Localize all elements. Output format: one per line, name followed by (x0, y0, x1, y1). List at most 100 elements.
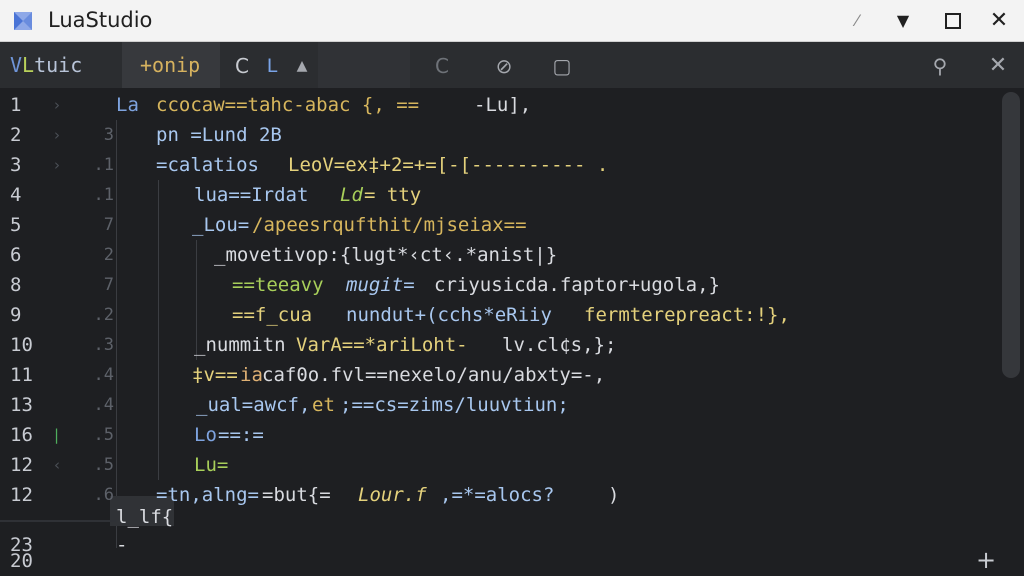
search-icon[interactable]: ⊘ (490, 52, 518, 80)
code-token: ;==cs=zims/luuvtiun; (340, 394, 569, 416)
indent-guide (158, 300, 159, 330)
tab-active[interactable]: +onip (122, 42, 220, 88)
code-token: Ld (340, 184, 363, 206)
code-line: 10 .3 _nummitn VarA==*ariLoht- lv.cl¢s,}… (0, 330, 1000, 360)
fold-icon[interactable]: | (54, 420, 59, 450)
maximize-button[interactable] (936, 6, 970, 36)
toolbar-blank-field[interactable] (318, 42, 410, 88)
fold-icon[interactable]: › (54, 90, 60, 120)
code-token: _ual=awcf, (196, 394, 311, 416)
code-token: = tty (364, 184, 422, 206)
code-line: 5 7 _Lou= /apeesrqufthit/mjseiax== (0, 210, 1000, 240)
code-token: ccocaw==tahc-abac {, == (156, 94, 420, 116)
dropdown-button[interactable]: ▼ (886, 6, 920, 36)
close-panel-icon[interactable]: ✕ (984, 52, 1012, 80)
tab-lua-v: V (10, 53, 23, 77)
fold-icon[interactable]: ‹ (54, 450, 60, 480)
indent-guide (196, 300, 197, 330)
nested-line-number: .1 (93, 185, 114, 205)
nested-line-number: 3 (103, 125, 114, 145)
line-number: 12 (10, 454, 33, 476)
code-token: ia (240, 364, 263, 386)
line-number: 4 (10, 184, 22, 206)
nested-line-number: .2 (93, 305, 114, 325)
fold-icon[interactable]: › (54, 120, 60, 150)
code-token: mugit= (346, 274, 415, 296)
nested-line-number: 7 (103, 275, 114, 295)
line-number: 8 (10, 274, 22, 296)
indent-guide (196, 240, 197, 270)
code-line: 1 › La ccocaw==tahc-abac {, == -Lu], (0, 90, 1000, 120)
code-line: 16 | .5 Lo ==:= (0, 420, 1000, 450)
code-editor[interactable]: 1 › La ccocaw==tahc-abac {, == -Lu], 2 ›… (0, 88, 1024, 576)
close-window-button[interactable]: ✕ (982, 6, 1016, 36)
settings-icon[interactable]: ⚲ (926, 52, 954, 80)
code-token: lv.cl¢s,}; (502, 334, 617, 356)
line-number: 5 (10, 214, 22, 236)
indent-guide (158, 360, 159, 390)
toolbar: VLtuic +onip C L ▲ C ⊘ ▢ ⚲ ✕ (0, 42, 1024, 88)
indent-guide (158, 390, 159, 420)
indent-guide (158, 420, 159, 450)
code-token: pn =Lund 2B (156, 124, 282, 146)
nested-line-number: .3 (93, 335, 114, 355)
code-token: _movetivop:{lugt*‹ct‹.*anist|} (214, 244, 558, 266)
arrow-icon[interactable]: ▲ (288, 52, 316, 80)
code-token: Lo (194, 424, 217, 446)
code-line: 13 .4 _ual=awcf, et ;==cs=zims/luuvtiun; (0, 390, 1000, 420)
add-icon[interactable]: + (976, 546, 996, 574)
code-token: -Lu], (474, 94, 532, 116)
code-token: Lu= (194, 454, 229, 476)
pin-button[interactable]: ⁄ (840, 6, 874, 36)
indent-guide (158, 450, 159, 480)
code-token: l_lf{ (116, 506, 174, 528)
indent-guide (158, 270, 159, 300)
code-token: fermterepreact:!}, (584, 304, 790, 326)
indent-guide (196, 270, 197, 300)
document-icon[interactable]: ▢ (548, 52, 576, 80)
line-number: 11 (10, 364, 33, 386)
line-number: 1 (10, 94, 22, 116)
nested-line-number: .4 (93, 365, 114, 385)
nested-line-number: .1 (93, 155, 114, 175)
code-token: criyusicda.faptor+ugola,} (434, 274, 720, 296)
code-token: nundut+(cchs*eRiiy (346, 304, 552, 326)
code-token: LeoV=ex‡+2=+=[-[---------- . (288, 154, 609, 176)
code-line: 4 .1 lua==Irdat Ld = tty (0, 180, 1000, 210)
line-number: 10 (10, 334, 33, 356)
nested-line-number: .5 (93, 455, 114, 475)
code-token: et (312, 394, 335, 416)
code-token: _nummitn (194, 334, 286, 356)
app-logo-icon (14, 12, 32, 30)
code-line: l_lf{ (0, 502, 1000, 532)
nested-line-number: 7 (103, 215, 114, 235)
code-token: caf0o.fvl==nexelo/anu/abxty=-, (262, 364, 606, 386)
code-line: 2 › 3 pn =Lund 2B (0, 120, 1000, 150)
indent-guide (158, 240, 159, 270)
code-token: ==f_cua (232, 304, 313, 326)
code-line: 9 .2 ==f_cua nundut+(cchs*eRiiy fermtere… (0, 300, 1000, 330)
code-line: 8 7 ==teeavy mugit= criyusicda.faptor+ug… (0, 270, 1000, 300)
l-tool-icon[interactable]: L (258, 52, 286, 80)
line-number: 2 (10, 124, 22, 146)
fold-icon[interactable]: › (54, 150, 60, 180)
indent-guide (158, 210, 159, 240)
maximize-icon (945, 13, 961, 29)
title-bar: LuaStudio ⁄ ▼ ✕ (0, 0, 1024, 42)
code-token: =calatios (156, 154, 259, 176)
line-number: 9 (10, 304, 22, 326)
code-token: ==:= (218, 424, 264, 446)
code-token: VarA==*ariLoht- (296, 334, 468, 356)
code-token: /apeesrqufthit/mjseiax== (252, 214, 527, 236)
tab-lua-l: L (22, 53, 35, 77)
undo-icon[interactable]: C (428, 52, 456, 80)
nested-line-number: .4 (93, 395, 114, 415)
tab-lua[interactable]: VLtuic (10, 42, 82, 88)
c-tool-icon[interactable]: C (228, 52, 256, 80)
code-line: 3 › .1 =calatios LeoV=ex‡+2=+=[-[-------… (0, 150, 1000, 180)
indent-guide (158, 180, 159, 210)
vertical-scrollbar[interactable] (1002, 92, 1020, 378)
line-number: 3 (10, 154, 22, 176)
code-line: 20 (0, 546, 1000, 576)
nested-line-number: 2 (103, 245, 114, 265)
